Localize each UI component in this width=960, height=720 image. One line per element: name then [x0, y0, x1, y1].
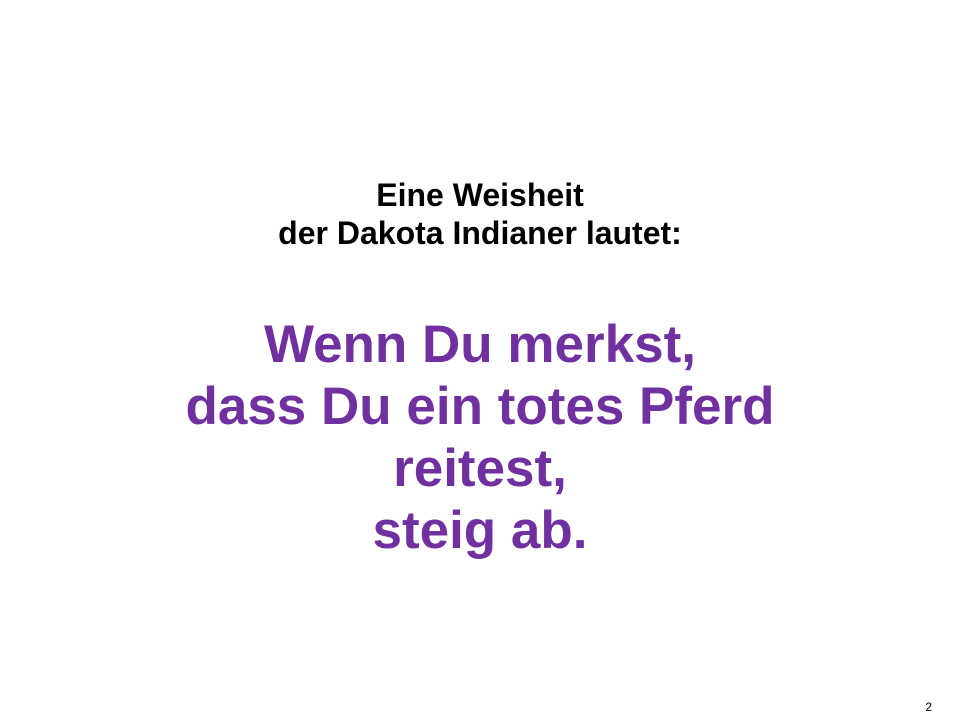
intro-line: der Dakota Indianer lautet:	[278, 215, 682, 251]
slide: Eine Weisheit der Dakota Indianer lautet…	[0, 0, 960, 720]
quote: Wenn Du merkst, dass Du ein totes Pferd …	[0, 314, 960, 562]
intro-heading: Eine Weisheit der Dakota Indianer lautet…	[0, 176, 960, 252]
quote-line: Wenn Du merkst,	[264, 315, 696, 374]
quote-line: reitest,	[393, 439, 567, 498]
quote-line: steig ab.	[372, 501, 588, 560]
page-number: 2	[925, 700, 932, 714]
intro-line: Eine Weisheit	[376, 177, 584, 213]
quote-line: dass Du ein totes Pferd	[185, 377, 775, 436]
